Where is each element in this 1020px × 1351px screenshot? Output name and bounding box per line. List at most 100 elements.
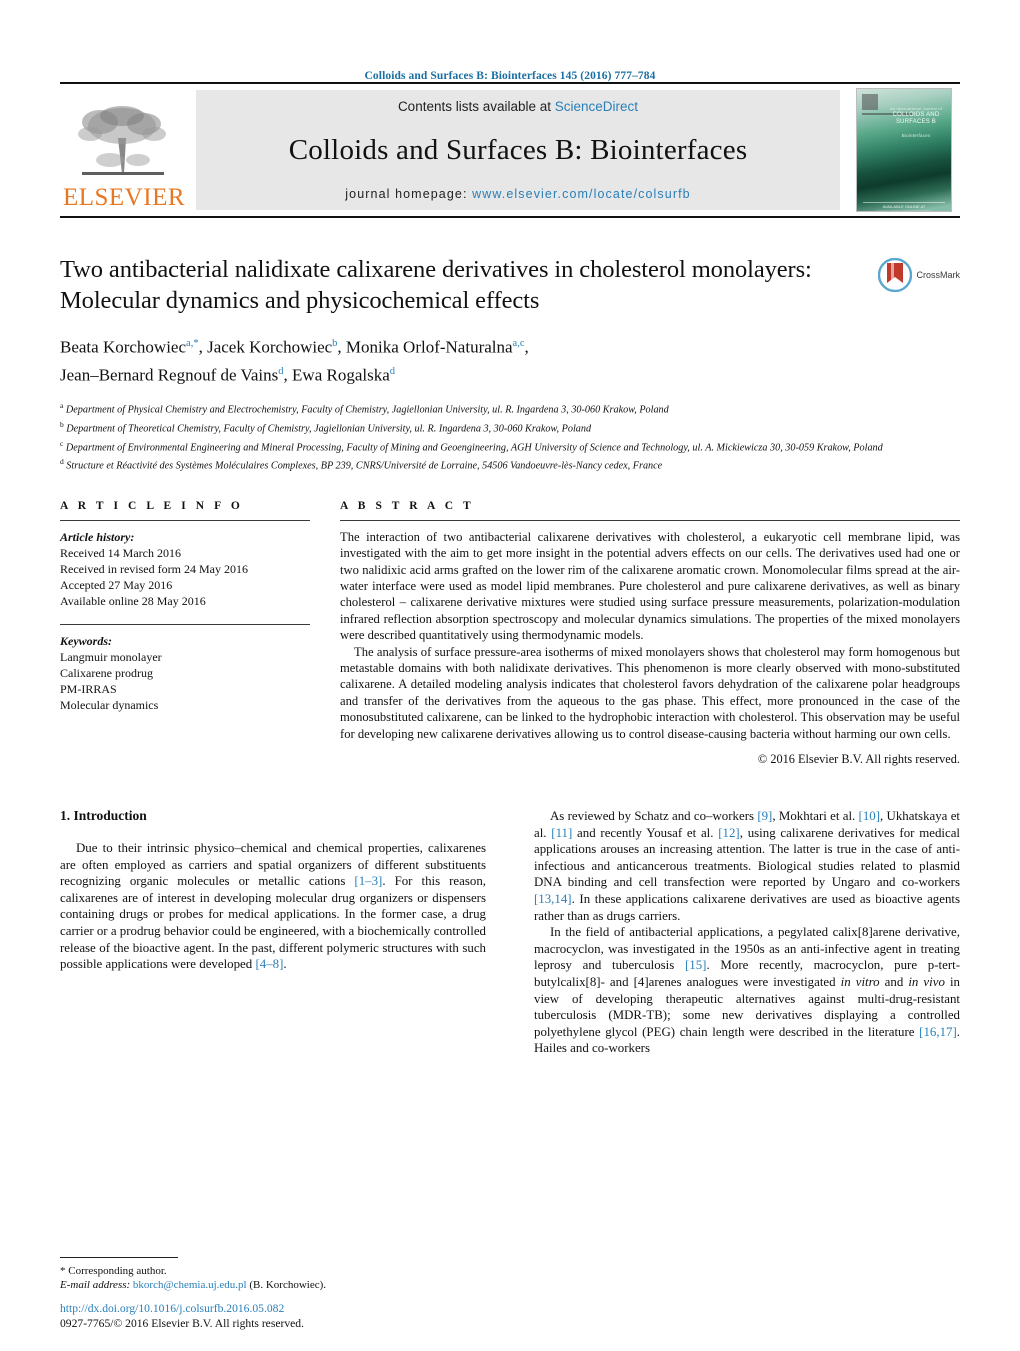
keywords-label: Keywords: bbox=[60, 633, 112, 648]
author-affiliation-mark: a,c bbox=[512, 338, 525, 349]
keywords-rule bbox=[60, 623, 310, 625]
email-link[interactable]: bkorch@chemia.uj.edu.pl bbox=[133, 1279, 247, 1291]
article-page: Colloids and Surfaces B: Biointerfaces 1… bbox=[0, 0, 1020, 1351]
cover-title-text: An International Journal of COLLOIDS AND… bbox=[887, 105, 945, 139]
author-name: Jean–Bernard Regnouf de Vains bbox=[60, 365, 279, 385]
citation-link[interactable]: [16,17] bbox=[919, 1025, 957, 1039]
affiliation-mark: d bbox=[60, 457, 64, 467]
intro-paragraph-2: As reviewed by Schatz and co–workers [9]… bbox=[534, 808, 961, 923]
info-abstract-block: A R T I C L E I N F O Article history: R… bbox=[60, 500, 960, 767]
email-label: E-mail address: bbox=[60, 1279, 131, 1292]
emphasis-text: in vivo bbox=[908, 974, 945, 989]
article-history-list: Received 14 March 2016 Received in revise… bbox=[60, 545, 310, 610]
article-history-item: Received 14 March 2016 bbox=[60, 545, 181, 560]
author-affiliation-mark: b bbox=[332, 338, 338, 349]
elsevier-tree-icon bbox=[78, 106, 166, 175]
intro-paragraph-3: In the field of antibacterial applicatio… bbox=[534, 925, 960, 1056]
citation-link[interactable]: [10] bbox=[859, 809, 880, 823]
elsevier-logo: ELSEVIER bbox=[60, 84, 188, 216]
affiliation: a Department of Physical Chemistry and E… bbox=[60, 401, 669, 416]
author-affiliation-mark: d bbox=[278, 365, 284, 377]
article-history-item: Accepted 27 May 2016 bbox=[60, 578, 173, 593]
intro-paragraph-1: Due to their intrinsic physico–chemical … bbox=[60, 840, 486, 972]
journal-masthead: ELSEVIER Contents lists available at Sci… bbox=[60, 82, 960, 218]
doi-block: http://dx.doi.org/10.1016/j.colsurfb.201… bbox=[60, 1301, 540, 1331]
crossmark-badge[interactable]: CrossMark bbox=[840, 254, 960, 387]
abstract-heading: A B S T R A C T bbox=[340, 499, 475, 512]
title-column: Two antibacterial nalidixate calixarene … bbox=[60, 254, 840, 387]
keyword-item: Langmuir monolayer bbox=[60, 649, 162, 664]
homepage-prefix: journal homepage: bbox=[345, 187, 473, 201]
abstract-paragraph: The interaction of two antibacterial cal… bbox=[340, 529, 960, 643]
contents-prefix: Contents lists available at bbox=[397, 99, 555, 114]
issn-copyright-line: 0927-7765/© 2016 Elsevier B.V. All right… bbox=[60, 1317, 304, 1330]
affiliation: c Department of Environmental Engineerin… bbox=[60, 438, 883, 453]
author-list: Beata Korchowieca,*, Jacek Korchowiecb, … bbox=[60, 337, 529, 385]
author-affiliation-mark: d bbox=[389, 365, 396, 377]
affiliation-mark: c bbox=[60, 438, 64, 448]
citation-link[interactable]: [1–3] bbox=[354, 874, 382, 888]
cover-footer-text: AVAILABLE ONLINE AT WWW.SCIENCEDIRECT.CO… bbox=[876, 204, 932, 212]
article-info-column: A R T I C L E I N F O Article history: R… bbox=[60, 500, 340, 767]
citation-link[interactable]: [15] bbox=[685, 958, 706, 972]
journal-banner: Contents lists available at ScienceDirec… bbox=[196, 90, 840, 210]
emphasis-text: in vitro bbox=[840, 974, 880, 989]
abstract-rule bbox=[340, 519, 960, 521]
footnote-block: * Corresponding author. E-mail address: … bbox=[60, 1256, 472, 1293]
email-suffix: (B. Korchowiec). bbox=[246, 1279, 327, 1292]
author-name: Jacek Korchowiec bbox=[207, 337, 333, 357]
keyword-item: PM-IRRAS bbox=[60, 681, 117, 696]
contents-list-line: Contents lists available at ScienceDirec… bbox=[398, 99, 638, 114]
crossmark-label: CrossMark bbox=[916, 270, 960, 280]
author-name: Beata Korchowiec bbox=[60, 337, 187, 357]
sciencedirect-link[interactable]: ScienceDirect bbox=[555, 99, 638, 114]
journal-homepage-link[interactable]: www.elsevier.com/locate/colsurfb bbox=[472, 187, 691, 201]
cover-image: An International Journal of COLLOIDS AND… bbox=[856, 88, 952, 212]
affiliation-list: a Department of Physical Chemistry and E… bbox=[60, 399, 960, 473]
journal-cover-thumbnail: An International Journal of COLLOIDS AND… bbox=[848, 84, 960, 216]
abstract-copyright: © 2016 Elsevier B.V. All rights reserved… bbox=[757, 751, 960, 766]
cover-title-small: An International Journal of bbox=[889, 106, 943, 111]
abstract-paragraph: The analysis of surface pressure-area is… bbox=[340, 644, 960, 741]
keyword-item: Molecular dynamics bbox=[60, 698, 159, 713]
running-head: Colloids and Surfaces B: Biointerfaces 1… bbox=[364, 70, 656, 82]
article-history-item: Available online 28 May 2016 bbox=[60, 594, 206, 609]
citation-link[interactable]: [9] bbox=[757, 809, 772, 823]
journal-title: Colloids and Surfaces B: Biointerfaces bbox=[288, 134, 748, 166]
author-name: Monika Orlof-Naturalna bbox=[345, 337, 513, 357]
citation-link[interactable]: [12] bbox=[718, 826, 739, 840]
email-note: E-mail address: bkorch@chemia.uj.edu.pl … bbox=[60, 1278, 472, 1293]
article-info-heading: A R T I C L E I N F O bbox=[60, 499, 244, 512]
body-column-left: 1. Introduction Due to their intrinsic p… bbox=[60, 808, 486, 1057]
footnote-rule bbox=[60, 1256, 178, 1258]
body-columns: 1. Introduction Due to their intrinsic p… bbox=[60, 807, 960, 1057]
affiliation-mark: b bbox=[60, 419, 64, 429]
cover-title-sub: Biointerfaces bbox=[901, 133, 931, 138]
crossmark-icon bbox=[878, 258, 913, 292]
citation-link[interactable]: [4–8] bbox=[255, 957, 283, 971]
corresponding-author-note: * Corresponding author. bbox=[60, 1264, 167, 1277]
title-block: Two antibacterial nalidixate calixarene … bbox=[60, 254, 960, 387]
author-affiliation-mark: a,* bbox=[186, 338, 199, 349]
article-history-label: Article history: bbox=[60, 529, 135, 544]
affiliation: d Structure et Réactivité des Systèmes M… bbox=[60, 457, 663, 472]
keywords-list: Langmuir monolayer Calixarene prodrug PM-I… bbox=[60, 649, 310, 714]
affiliation-mark: a bbox=[60, 401, 64, 411]
affiliation: b Department of Theoretical Chemistry, F… bbox=[60, 419, 592, 435]
cover-publisher-logo-icon bbox=[862, 94, 878, 110]
author-name: Ewa Rogalska bbox=[292, 365, 390, 385]
page-title: Two antibacterial nalidixate calixarene … bbox=[60, 256, 812, 314]
section-heading-introduction: 1. Introduction bbox=[60, 807, 147, 823]
cover-footer-rule: AVAILABLE ONLINE AT WWW.SCIENCEDIRECT.CO… bbox=[863, 202, 945, 211]
abstract-column: A B S T R A C T The interaction of two a… bbox=[340, 500, 960, 767]
citation-link[interactable]: [11] bbox=[551, 826, 572, 840]
body-column-right: As reviewed by Schatz and co–workers [9]… bbox=[534, 808, 960, 1057]
cover-title-main: COLLOIDS AND SURFACES B bbox=[892, 112, 940, 125]
citation-link[interactable]: [13,14] bbox=[534, 892, 572, 906]
elsevier-wordmark: ELSEVIER bbox=[62, 184, 186, 211]
doi-link[interactable]: http://dx.doi.org/10.1016/j.colsurfb.201… bbox=[60, 1301, 540, 1316]
journal-homepage-line: journal homepage: www.elsevier.com/locat… bbox=[345, 187, 690, 201]
article-info-rule bbox=[60, 519, 310, 521]
article-history-item: Received in revised form 24 May 2016 bbox=[60, 561, 248, 576]
keyword-item: Calixarene prodrug bbox=[60, 665, 153, 680]
